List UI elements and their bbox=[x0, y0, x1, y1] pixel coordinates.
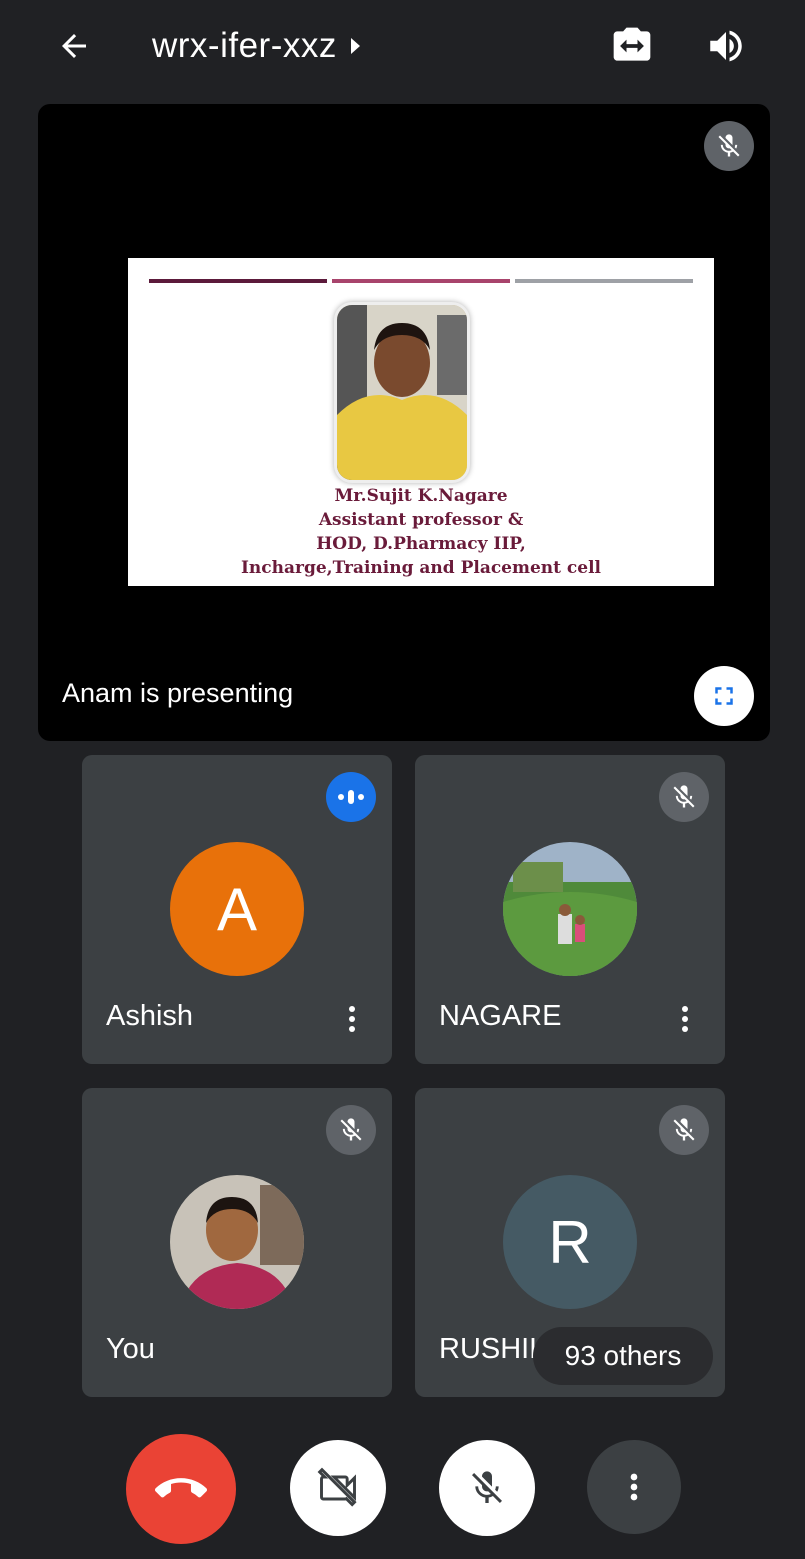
meeting-code: wrx-ifer-xxz bbox=[152, 26, 337, 65]
more-vert-icon bbox=[630, 1473, 638, 1501]
participant-name: Ashish bbox=[106, 1000, 194, 1032]
shared-slide: Mr.Sujit K.Nagare Assistant professor & … bbox=[128, 258, 714, 586]
presenting-label: Anam is presenting bbox=[62, 678, 294, 708]
mic-toggle-button[interactable] bbox=[439, 1440, 535, 1536]
slide-caption: Mr.Sujit K.Nagare Assistant professor & … bbox=[128, 484, 714, 580]
participant-name: NAGARE bbox=[439, 1000, 562, 1032]
speaker-button[interactable] bbox=[700, 20, 752, 72]
muted-indicator bbox=[659, 1105, 709, 1155]
avatar-initial: R bbox=[548, 1208, 592, 1276]
videocam-off-icon bbox=[317, 1467, 357, 1507]
camera-toggle-button[interactable] bbox=[290, 1440, 386, 1536]
switch-camera-button[interactable] bbox=[606, 20, 658, 72]
end-call-button[interactable] bbox=[126, 1434, 236, 1544]
participant-tile-nagare[interactable]: NAGARE bbox=[415, 755, 725, 1064]
others-count-button[interactable]: 93 others bbox=[533, 1327, 713, 1385]
meeting-code-button[interactable]: wrx-ifer-xxz bbox=[152, 22, 360, 70]
slide-line-1: Mr.Sujit K.Nagare bbox=[334, 486, 508, 506]
arrow-left-icon bbox=[62, 34, 86, 58]
avatar bbox=[170, 1175, 304, 1309]
participant-more-button[interactable] bbox=[340, 999, 364, 1039]
slide-line-4: Incharge,Training and Placement cell bbox=[240, 558, 602, 578]
mic-off-icon bbox=[673, 785, 695, 808]
more-options-button[interactable] bbox=[587, 1440, 681, 1534]
fullscreen-button[interactable] bbox=[694, 666, 754, 726]
slide-portrait-photo bbox=[334, 302, 470, 483]
avatar bbox=[503, 842, 637, 976]
caret-right-icon bbox=[350, 38, 360, 54]
mic-off-icon bbox=[673, 1118, 695, 1141]
slide-bar-1 bbox=[149, 279, 327, 283]
participant-tile-ashish[interactable]: A Ashish bbox=[82, 755, 392, 1064]
participant-name: You bbox=[106, 1333, 155, 1365]
speaker-icon bbox=[710, 30, 742, 62]
avatar: A bbox=[170, 842, 304, 976]
presentation-tile[interactable]: Mr.Sujit K.Nagare Assistant professor & … bbox=[38, 104, 770, 741]
top-bar: wrx-ifer-xxz bbox=[0, 0, 805, 92]
mic-off-icon bbox=[472, 1471, 502, 1503]
slide-line-3: HOD, D.Pharmacy IIP, bbox=[316, 534, 526, 554]
speaking-indicator bbox=[326, 772, 376, 822]
participant-tile-you[interactable]: You bbox=[82, 1088, 392, 1397]
muted-indicator bbox=[659, 772, 709, 822]
fullscreen-icon bbox=[715, 687, 733, 705]
call-end-icon bbox=[155, 1478, 207, 1498]
slide-bar-2 bbox=[332, 279, 510, 283]
switch-camera-icon bbox=[613, 27, 651, 61]
call-controls bbox=[0, 1420, 805, 1559]
avatar-initial: A bbox=[216, 875, 258, 943]
presentation-muted-indicator bbox=[704, 121, 754, 171]
mic-off-icon bbox=[718, 134, 740, 157]
avatar: R bbox=[503, 1175, 637, 1309]
mic-off-icon bbox=[340, 1118, 362, 1141]
muted-indicator bbox=[326, 1105, 376, 1155]
participant-more-button[interactable] bbox=[673, 999, 697, 1039]
slide-bar-3 bbox=[515, 279, 693, 283]
back-button[interactable] bbox=[50, 22, 98, 70]
slide-line-2: Assistant professor & bbox=[318, 510, 524, 530]
